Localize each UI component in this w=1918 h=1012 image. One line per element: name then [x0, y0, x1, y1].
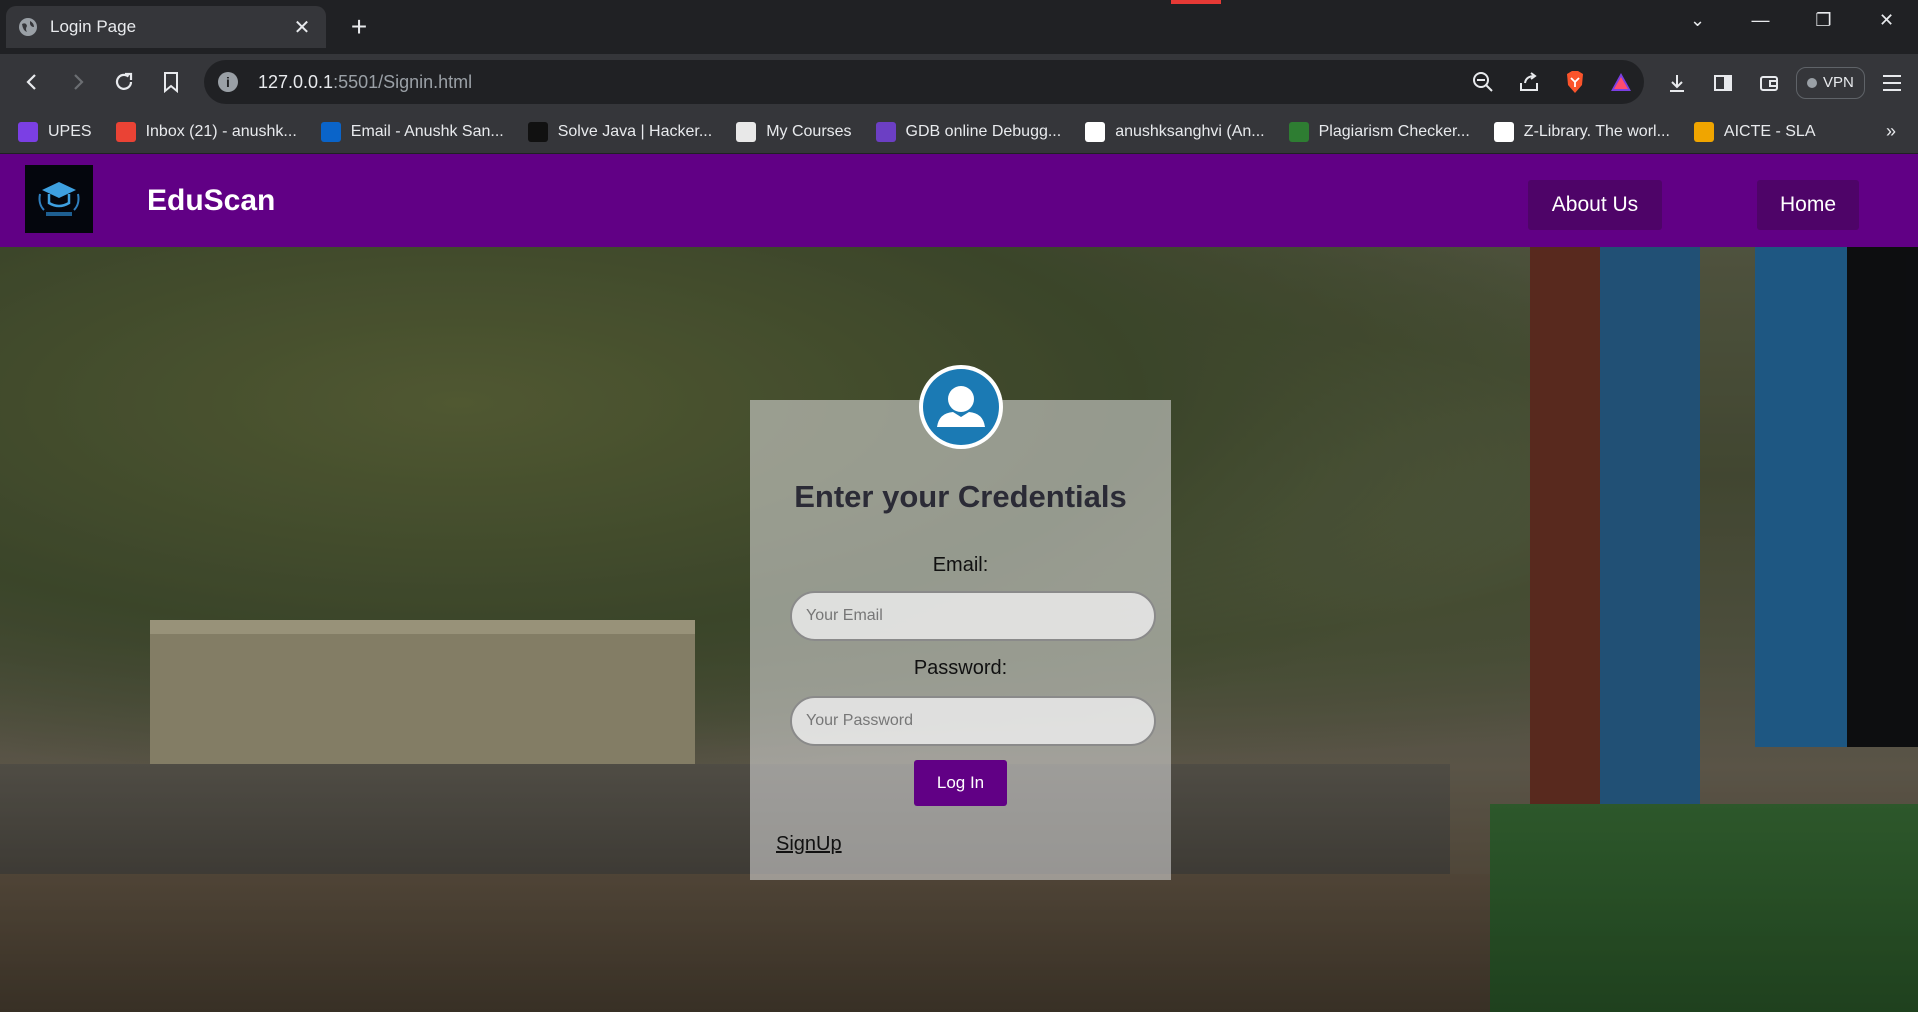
eduscan-logo[interactable] — [25, 165, 93, 233]
outlook-icon — [320, 122, 341, 142]
address-bar-actions — [1460, 60, 1644, 104]
forward-icon[interactable] — [60, 64, 96, 100]
sidebar-icon[interactable] — [1700, 54, 1746, 111]
hackerrank-icon — [527, 122, 548, 142]
bookmark-item[interactable]: UPES — [18, 122, 92, 142]
window-controls: ⌄ — ❐ ✕ — [1666, 0, 1918, 40]
password-field[interactable] — [790, 696, 1156, 746]
bookmark-label: AICTE - SLA — [1723, 123, 1816, 140]
tab-title: Login Page — [50, 17, 137, 36]
bookmark-label: UPES — [48, 123, 92, 140]
tab-login-page[interactable]: Login Page ✕ — [6, 6, 326, 48]
url-path: :5501/Signin.html — [333, 72, 473, 92]
courses-icon — [736, 122, 757, 142]
avatar — [919, 365, 1003, 449]
user-avatar-icon — [923, 369, 999, 445]
vpn-button[interactable]: VPN — [1796, 66, 1865, 99]
download-icon[interactable] — [1654, 54, 1700, 111]
minimize-icon[interactable]: — — [1729, 0, 1792, 40]
password-label: Password: — [913, 657, 1008, 679]
url-text[interactable]: 127.0.0.1:5501/Signin.html — [258, 72, 472, 93]
bookmark-item[interactable]: AICTE - SLA — [1693, 122, 1816, 142]
bookmark-label: GDB online Debugg... — [905, 123, 1062, 140]
bookmark-label: anushksanghvi (An... — [1115, 123, 1265, 140]
wallet-icon[interactable] — [1746, 54, 1792, 111]
brave-rewards-icon[interactable] — [1598, 60, 1644, 104]
bookmarks-bar: UPES Inbox (21) - anushk... Email - Anushk… — [0, 111, 1918, 154]
signup-link[interactable]: SignUp — [776, 833, 842, 856]
upes-icon — [18, 122, 38, 142]
bookmark-item[interactable]: GDB online Debugg... — [875, 122, 1062, 142]
bookmark-label: Inbox (21) - anushk... — [145, 123, 297, 140]
bookmark-label: My Courses — [766, 123, 852, 140]
close-window-icon[interactable]: ✕ — [1855, 0, 1918, 40]
new-tab-button[interactable]: + — [344, 12, 374, 42]
site-info-icon[interactable]: i — [218, 72, 238, 92]
aicte-icon — [1693, 122, 1714, 142]
gdb-icon — [875, 122, 896, 142]
share-icon[interactable] — [1506, 60, 1552, 104]
more-bookmarks-icon[interactable]: » — [1886, 121, 1896, 142]
site-navbar: EduScan About Us Home — [0, 154, 1918, 247]
bookmark-item[interactable]: My Courses — [736, 122, 852, 142]
menu-icon[interactable] — [1869, 54, 1915, 111]
tab-strip: Login Page ✕ + ⌄ — ❐ ✕ — [0, 0, 1918, 54]
gmail-icon — [115, 122, 136, 142]
brand-name[interactable]: EduScan — [147, 184, 275, 218]
login-button[interactable]: Log In — [914, 760, 1007, 806]
browser-toolbar: i 127.0.0.1:5501/Signin.html VPN — [0, 54, 1918, 111]
plagiarism-icon — [1288, 122, 1309, 142]
login-title: Enter your Credentials — [794, 479, 1127, 514]
back-icon[interactable] — [14, 64, 50, 100]
vpn-label: VPN — [1823, 74, 1854, 91]
reload-icon[interactable] — [106, 64, 142, 100]
nav-home[interactable]: Home — [1757, 180, 1859, 230]
recording-indicator — [1171, 0, 1221, 4]
chevron-down-icon[interactable]: ⌄ — [1666, 0, 1729, 40]
bookmark-label: Plagiarism Checker... — [1318, 123, 1470, 140]
email-label: Email: — [932, 554, 989, 576]
bookmark-label: Z-Library. The worl... — [1523, 123, 1670, 140]
bookmark-item[interactable]: Email - Anushk San... — [320, 122, 504, 142]
zoom-out-icon[interactable] — [1460, 60, 1506, 104]
toolbar-actions: VPN — [1654, 54, 1915, 111]
bookmark-icon[interactable] — [153, 64, 189, 100]
email-field[interactable] — [790, 591, 1156, 641]
bookmark-label: Solve Java | Hacker... — [557, 123, 713, 140]
bookmark-label: Email - Anushk San... — [350, 123, 504, 140]
zlibrary-icon — [1493, 122, 1514, 142]
globe-icon — [19, 18, 37, 36]
url-host: 127.0.0.1 — [258, 72, 334, 92]
vpn-status-icon — [1807, 77, 1817, 88]
bookmark-item[interactable]: Z-Library. The worl... — [1493, 122, 1670, 142]
eduscan-logo-icon — [38, 182, 80, 216]
brave-shield-icon[interactable] — [1552, 60, 1598, 104]
github-icon — [1085, 122, 1106, 142]
address-bar[interactable]: i 127.0.0.1:5501/Signin.html — [204, 60, 1644, 104]
restore-icon[interactable]: ❐ — [1792, 0, 1855, 40]
bookmark-item[interactable]: anushksanghvi (An... — [1085, 122, 1265, 142]
page-viewport: EduScan About Us Home Enter your Credent… — [0, 154, 1918, 1012]
bookmark-item[interactable]: Inbox (21) - anushk... — [115, 122, 297, 142]
bookmark-item[interactable]: Solve Java | Hacker... — [527, 122, 713, 142]
bookmark-item[interactable]: Plagiarism Checker... — [1288, 122, 1470, 142]
tab-close-icon[interactable]: ✕ — [290, 15, 314, 40]
nav-about-us[interactable]: About Us — [1528, 180, 1662, 230]
